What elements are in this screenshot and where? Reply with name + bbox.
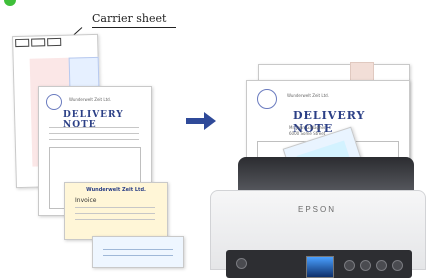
scanner-brand: EPSON — [298, 205, 337, 214]
right-arrow-icon — [186, 112, 216, 130]
blue-attachment — [68, 56, 100, 88]
bank-check — [92, 236, 184, 268]
invoice-document: Wunderwelt Zeit Ltd. Invoice — [64, 182, 168, 240]
company-name: Wunderwelt Zeit Ltd. — [287, 93, 329, 98]
carrier-tab-icon — [47, 37, 62, 47]
power-button[interactable] — [236, 258, 247, 269]
customer-name: Mr. John Gallagher — [289, 125, 326, 130]
check-line — [103, 249, 173, 250]
company-header: Wunderwelt Zeit Ltd. — [69, 97, 111, 102]
doc-line — [49, 133, 139, 134]
scanner-display — [306, 256, 334, 278]
street-address: 6000 Some Street — [289, 131, 326, 136]
company-logo-icon — [257, 89, 277, 109]
carrier-sheet-label: Carrier sheet — [92, 12, 167, 25]
doc-line — [49, 127, 139, 128]
invoice-header: Wunderwelt Zeit Ltd. — [86, 187, 146, 193]
attached-note — [350, 62, 374, 82]
carrier-tab-icon — [31, 38, 46, 47]
doc-line — [75, 213, 155, 214]
panel-button[interactable] — [344, 260, 355, 271]
panel-button[interactable] — [360, 260, 371, 271]
doc-line — [75, 219, 155, 220]
caption-underline — [92, 27, 176, 28]
panel-button[interactable] — [376, 260, 387, 271]
doc-line — [49, 139, 139, 140]
panel-button[interactable] — [392, 260, 403, 271]
invoice-label: Invoice — [75, 197, 97, 204]
check-line — [103, 255, 173, 256]
company-logo-icon — [46, 94, 62, 110]
doc-line — [75, 207, 155, 208]
carrier-tab-icon — [15, 38, 30, 48]
status-indicator — [4, 0, 16, 6]
